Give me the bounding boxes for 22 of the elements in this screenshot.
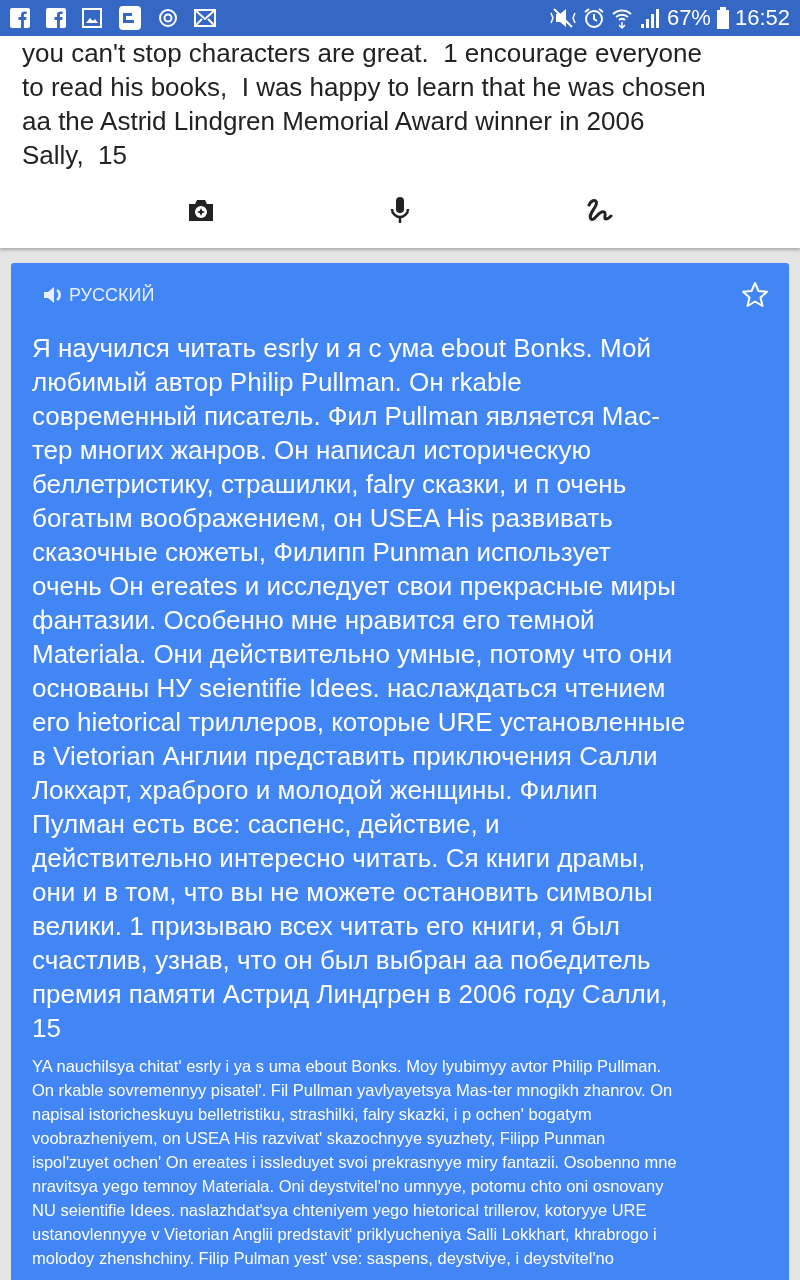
app-icon	[118, 5, 142, 31]
target-icon	[158, 8, 178, 28]
speaker-icon[interactable]	[43, 286, 63, 304]
transliteration-text: YA nauchilsya chitat' esrly i ya s uma ebout Bonks. Moy lyubimyy avtor Philip Pullman. On rkable sovremennyy pisatel'. Fil Pullman yavlyayetsya Mas-ter mnogikh zhanrov. On napisal istoricheskuyu belletristiku, strashilki, falry skazki, i p ochen' bogatym voobrazheniyem, on USEA His razvivat' skazochnyye syuzhety, Filipp Punman ispol'zuyet ochen' On ereates i issleduyet svoi prekrasnyye miry fantazii. Osobenno mne nravitsya yego temnoy Materiala. Oni deystvitel'no umnyye, potomu chto oni osnovany NU seientifie Idees. naslazhdat'sya chteniyem yego hietorical trillerov, kotoryye URE ustanovlennyye v Vietorian Anglii predstavit' priklyucheniya Salli Lokkhart, khrabrogo i molodoy zhenshchiny. Filip Pulman yest' vse: saspens, deystviye, i deystvitel'no	[31, 1056, 678, 1269]
image-icon	[82, 8, 102, 28]
battery-icon	[716, 7, 729, 29]
facebook-icon	[10, 8, 30, 28]
facebook-icon	[46, 8, 66, 28]
star-icon[interactable]	[741, 281, 769, 309]
signal-icon	[638, 8, 661, 28]
wifi-icon	[610, 7, 633, 29]
battery-percent: 67%	[666, 5, 711, 31]
alarm-icon	[582, 7, 605, 29]
microphone-icon[interactable]	[389, 196, 411, 224]
camera-icon[interactable]	[187, 198, 215, 222]
handwriting-icon[interactable]	[585, 197, 613, 223]
source-text: you can't stop characters are great. 1 encourage everyone to read his books, I was happy to learn that he was chosen aa the Astrid Lindgren Memorial Award winner in 2006 Sally, 15	[21, 37, 707, 172]
mute-icon	[548, 7, 577, 29]
mail-icon	[194, 9, 216, 27]
language-label: РУССКИЙ	[69, 284, 155, 306]
translation-text: Я научился читать esrly и я с ума ebout Bonks. Мой любимый автор Philip Pullman. Он rkable современный писатель. Фил Pullman является Мас- тер многих жанров. Он написал историческую беллетристику, страшилки, falry сказки, и п очень богатым воображением, он USEA His развивать сказочные сюжеты, Филипп Punman использует очень Он ereates и исследует свои прекрасные миры фантазии. Особенно мне нравится его темной Materiala. Они действительно умные, потому что они основаны НУ seientifie Idees. наслаждаться чтением его hietorical триллеров, которые URE установленные в Vietorian Англии представить приключения Салли Локхарт, храброго и молодой женщины. Филип Пулман есть все: саспенс, действие, и действительно интересно читать. Ся книги драмы, они и в том, что вы не можете остановить символы велики. 1 призываю всех читать его книги, я был счастлив, узнав, что он был выбран аа победитель премия памяти Астрид Линдгрен в 2006 году Салли, 15	[31, 332, 687, 1045]
clock: 16:52	[734, 5, 790, 31]
